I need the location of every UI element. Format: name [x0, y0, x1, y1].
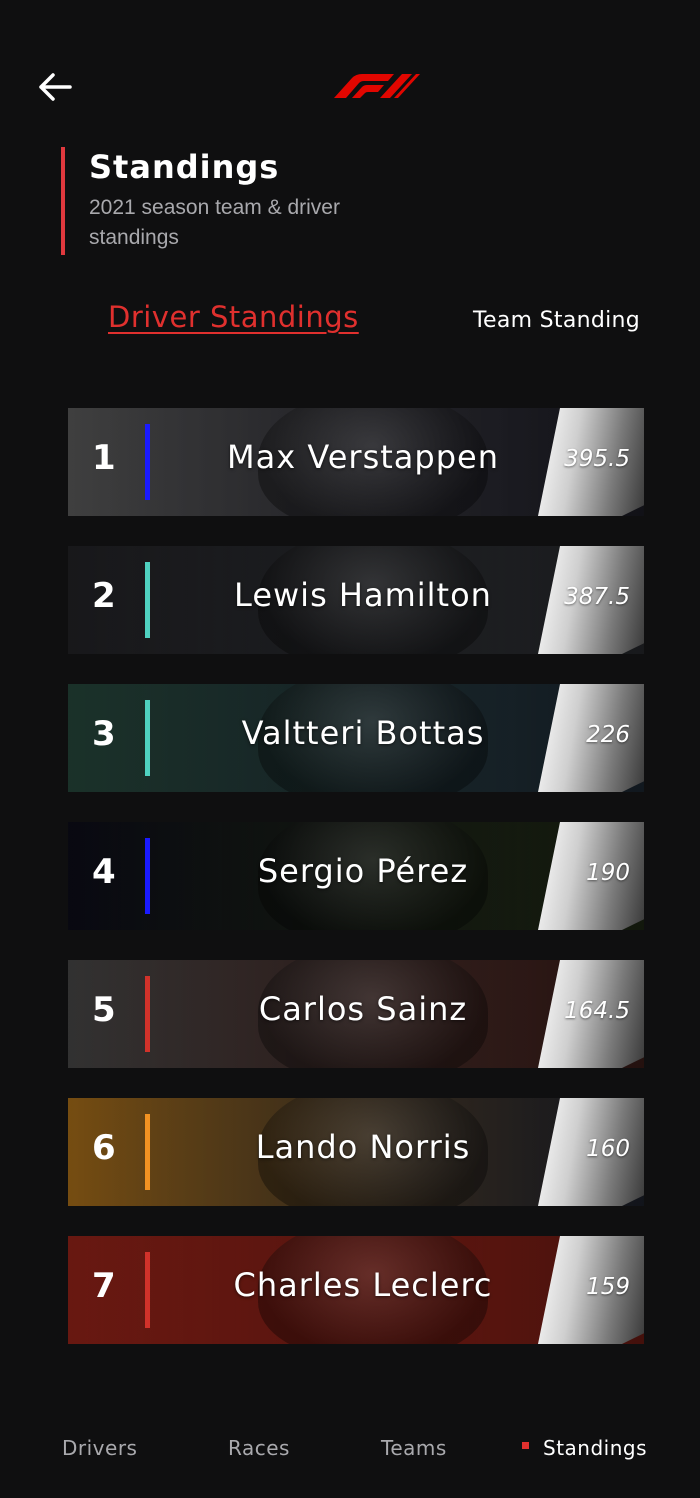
driver-name: Carlos Sainz	[258, 990, 468, 1028]
standings-list: 1 Max Verstappen 395.5 2 Lewis Hamilton 387.5…	[68, 408, 648, 1374]
team-color-bar	[145, 976, 150, 1052]
standing-row[interactable]: 6 Lando Norris 160	[68, 1098, 644, 1206]
position-number: 6	[92, 1128, 116, 1168]
position-number: 5	[92, 990, 116, 1030]
team-color-bar	[145, 562, 150, 638]
position-number: 7	[92, 1266, 116, 1306]
back-button[interactable]	[30, 62, 80, 112]
page-subtitle: 2021 season team & driver standings	[89, 196, 340, 249]
points-value: 160	[586, 1136, 630, 1162]
arrow-left-icon	[39, 73, 72, 101]
nav-teams[interactable]: Teams	[381, 1436, 447, 1460]
nav-races[interactable]: Races	[228, 1436, 290, 1460]
tab-team-standing[interactable]: Team Standing	[473, 308, 640, 333]
driver-name: Sergio Pérez	[257, 852, 469, 890]
points-value: 190	[586, 860, 630, 886]
team-color-bar	[145, 424, 150, 500]
team-color-bar	[145, 838, 150, 914]
driver-name: Lando Norris	[255, 1128, 471, 1166]
points-value: 159	[586, 1274, 630, 1300]
active-indicator-dot	[522, 1442, 529, 1449]
driver-name: Charles Leclerc	[233, 1266, 493, 1304]
team-color-bar	[145, 700, 150, 776]
position-number: 2	[92, 576, 116, 616]
nav-drivers[interactable]: Drivers	[62, 1436, 137, 1460]
standing-row[interactable]: 7 Charles Leclerc 159	[68, 1236, 644, 1344]
standing-row[interactable]: 1 Max Verstappen 395.5	[68, 408, 644, 516]
position-number: 1	[92, 438, 116, 478]
nav-standings-label: Standings	[543, 1436, 648, 1460]
app-screen: Standings 2021 season team & driver stan…	[0, 0, 700, 1498]
tab-driver-standings[interactable]: Driver Standings	[108, 300, 359, 334]
points-value: 226	[586, 722, 630, 748]
driver-name: Lewis Hamilton	[234, 576, 492, 614]
standing-row[interactable]: 4 Sergio Pérez 190	[68, 822, 644, 930]
points-value: 395.5	[564, 446, 630, 472]
standing-row[interactable]: 2 Lewis Hamilton 387.5	[68, 546, 644, 654]
f1-logo	[334, 74, 420, 98]
team-color-bar	[145, 1114, 150, 1190]
title-block: Standings 2021 season team & driver stan…	[61, 147, 461, 255]
position-number: 4	[92, 852, 116, 892]
nav-standings[interactable]: Standings	[522, 1436, 647, 1460]
points-value: 387.5	[564, 584, 630, 610]
driver-name: Max Verstappen	[227, 438, 499, 476]
page-title: Standings	[89, 148, 280, 186]
standing-row[interactable]: 3 Valtteri Bottas 226	[68, 684, 644, 792]
bottom-nav: Drivers Races Teams Standings	[0, 1420, 700, 1480]
standing-row[interactable]: 5 Carlos Sainz 164.5	[68, 960, 644, 1068]
driver-name: Valtteri Bottas	[241, 714, 485, 752]
points-value: 164.5	[564, 998, 630, 1024]
team-color-bar	[145, 1252, 150, 1328]
position-number: 3	[92, 714, 116, 754]
